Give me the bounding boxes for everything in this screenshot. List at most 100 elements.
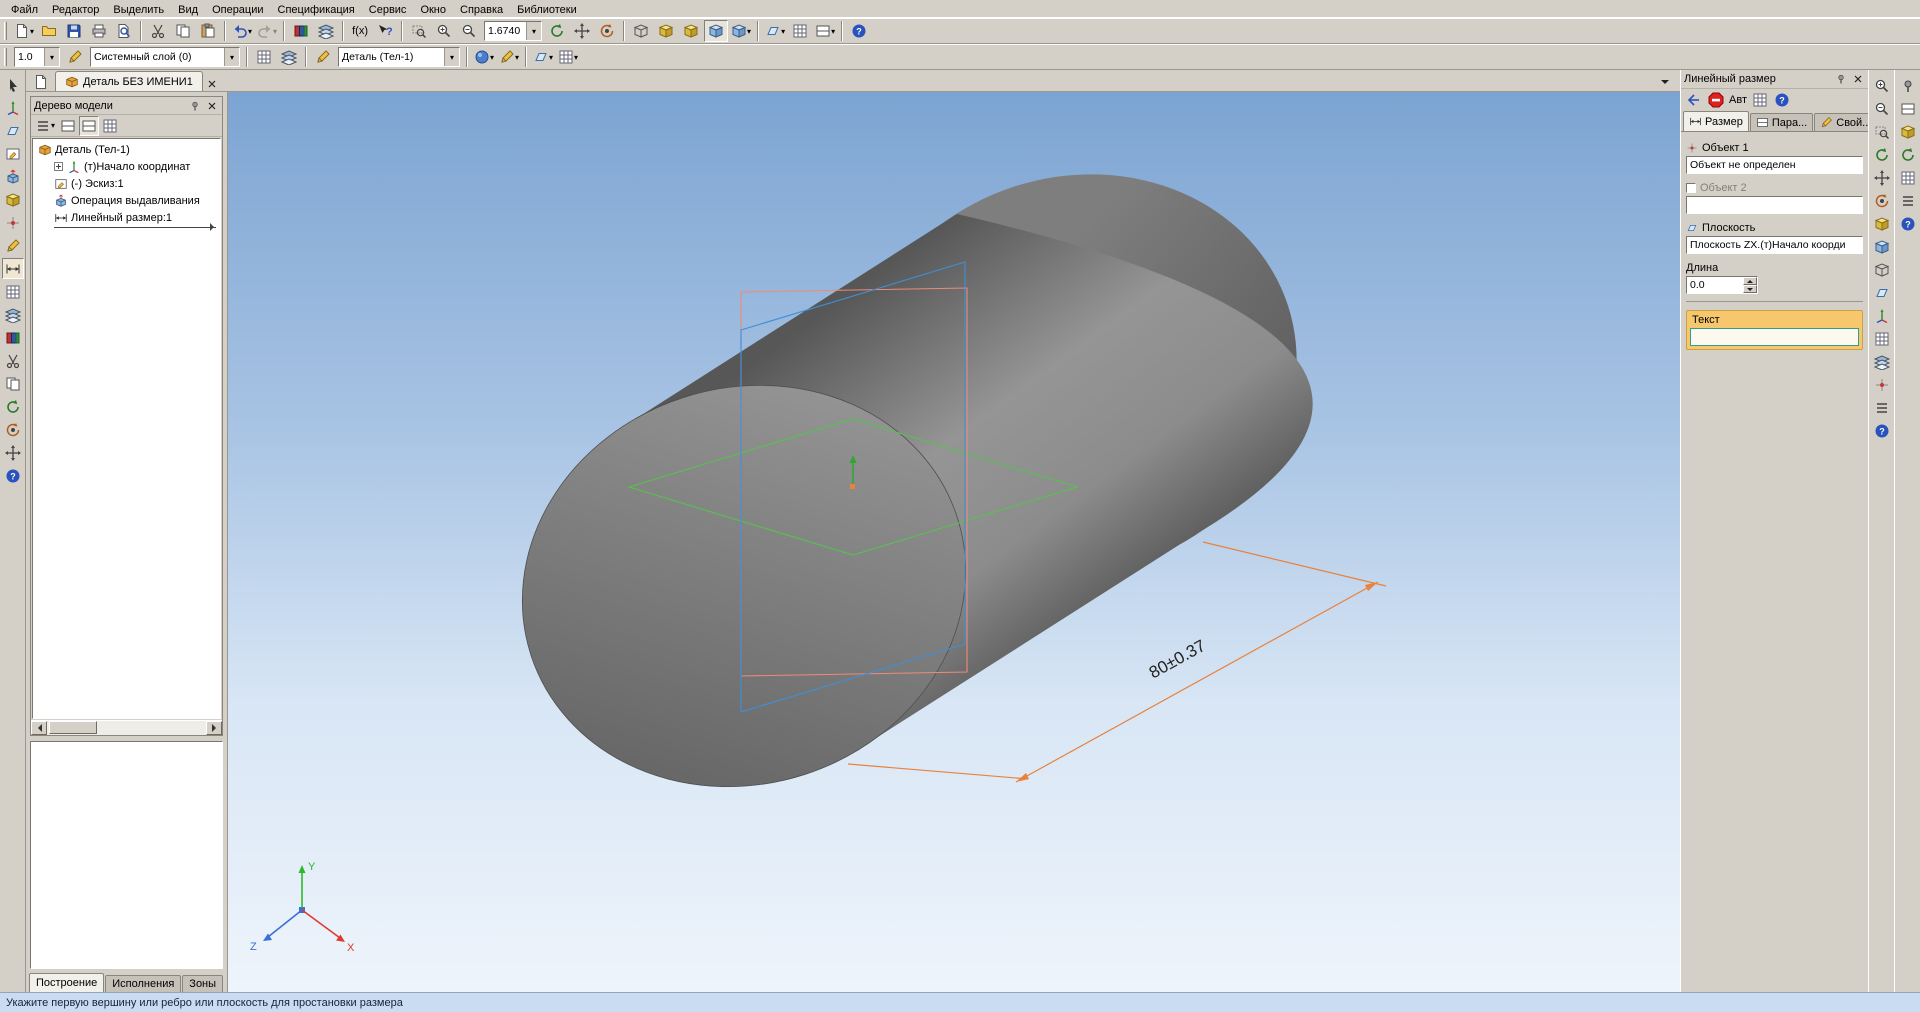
work-plane-button[interactable]: ▾ xyxy=(531,46,555,68)
pin-button[interactable] xyxy=(187,98,202,113)
view-pan-button[interactable] xyxy=(1871,167,1893,188)
snap-settings-button[interactable]: ▾ xyxy=(556,46,580,68)
dock-rebuild-button[interactable] xyxy=(1897,144,1919,165)
current-part-combo[interactable]: Деталь (Тел-1) ▾ xyxy=(338,47,460,67)
tool-help-button[interactable] xyxy=(2,465,24,486)
tool-dimensions-button[interactable] xyxy=(1,258,24,279)
layers-button[interactable] xyxy=(277,46,301,68)
tool-grid-button[interactable] xyxy=(2,281,24,302)
tab-postroenie[interactable]: Построение xyxy=(29,973,105,992)
dock-pin-button[interactable] xyxy=(1897,75,1919,96)
tab-parametry[interactable]: Пара... xyxy=(1749,113,1814,131)
tool-move-button[interactable] xyxy=(2,442,24,463)
view-list-button[interactable] xyxy=(1871,397,1893,418)
object2-input[interactable] xyxy=(1686,196,1863,214)
tree-composition-button[interactable] xyxy=(79,115,100,136)
tree-item-part[interactable]: Деталь (Тел-1) xyxy=(33,141,220,158)
close-document-button[interactable] xyxy=(205,76,220,91)
zoom-in-button[interactable] xyxy=(432,20,456,42)
variables-button[interactable] xyxy=(314,20,338,42)
tab-ispolneniya[interactable]: Исполнения xyxy=(105,975,182,992)
menu-service[interactable]: Сервис xyxy=(362,1,414,17)
help-button[interactable] xyxy=(847,20,871,42)
spin-up-button[interactable] xyxy=(1743,277,1757,285)
document-tab[interactable]: Деталь БЕЗ ИМЕНИ1 xyxy=(55,71,203,91)
grid-button[interactable] xyxy=(788,20,812,42)
print-preview-button[interactable] xyxy=(112,20,136,42)
zoom-rect-button[interactable] xyxy=(407,20,431,42)
view-layers-button[interactable] xyxy=(1871,351,1893,372)
tree-structure-button[interactable]: ▾ xyxy=(33,116,57,136)
tool-sketch-button[interactable] xyxy=(2,143,24,164)
dock-model-button[interactable] xyxy=(1897,121,1919,142)
new-document-button[interactable]: ▾ xyxy=(12,20,36,42)
tool-plane-button[interactable] xyxy=(2,120,24,141)
scroll-right-button[interactable] xyxy=(206,721,222,735)
spin-down-button[interactable] xyxy=(1743,285,1757,293)
toolbar-grip[interactable] xyxy=(4,22,7,40)
tool-solid-button[interactable] xyxy=(2,189,24,210)
tab-razmer[interactable]: Размер xyxy=(1683,111,1749,131)
current-layer-combo[interactable]: Системный слой (0) ▾ xyxy=(90,47,240,67)
view-rotate-button[interactable] xyxy=(1871,190,1893,211)
line-style-button[interactable]: ▾ xyxy=(497,46,521,68)
shaded-view-button[interactable] xyxy=(704,20,729,42)
dock-messages-button[interactable] xyxy=(1897,190,1919,211)
tool-axes-button[interactable] xyxy=(2,97,24,118)
view-shaded-button[interactable] xyxy=(1871,236,1893,257)
model-viewport[interactable]: 80±0.37 Y X Z xyxy=(228,92,1680,992)
tool-point-button[interactable] xyxy=(2,212,24,233)
view-wireframe-button[interactable] xyxy=(1871,259,1893,280)
tree-sections-button[interactable] xyxy=(58,116,78,136)
dock-panes-button[interactable] xyxy=(1897,98,1919,119)
object2-checkbox[interactable] xyxy=(1686,182,1696,193)
scrollbar-track[interactable] xyxy=(47,721,206,735)
whats-this-button[interactable] xyxy=(373,20,397,42)
object2-label-row[interactable]: Объект 2 xyxy=(1686,179,1863,196)
menu-file[interactable]: Файл xyxy=(4,1,45,17)
tool-rotate-button[interactable] xyxy=(2,419,24,440)
rotate-button[interactable] xyxy=(595,20,619,42)
wireframe-view-button[interactable] xyxy=(629,20,653,42)
tool-section-button[interactable] xyxy=(2,350,24,371)
menu-window[interactable]: Окно xyxy=(413,1,453,17)
tree-relations-button[interactable] xyxy=(100,116,120,136)
dock-grid-button[interactable] xyxy=(1897,167,1919,188)
length-spinner[interactable]: 0.0 xyxy=(1686,276,1758,294)
tool-surfaces-button[interactable] xyxy=(2,304,24,325)
dimension-text-input[interactable] xyxy=(1690,328,1859,346)
close-panel-button[interactable] xyxy=(1850,72,1865,87)
redo-button[interactable]: ▾ xyxy=(255,20,279,42)
interrupt-command-button[interactable] xyxy=(1705,90,1726,110)
view-axes-button[interactable] xyxy=(1871,305,1893,326)
shaded-with-edges-view-button[interactable]: ▾ xyxy=(729,20,753,42)
refresh-image-button[interactable] xyxy=(545,20,569,42)
view-origin-button[interactable] xyxy=(1871,374,1893,395)
menu-libraries[interactable]: Библиотеки xyxy=(510,1,584,17)
line-width-combo[interactable]: 1.0 ▾ xyxy=(14,47,60,67)
view-zoom-in-button[interactable] xyxy=(1871,75,1893,96)
copy-button[interactable] xyxy=(171,20,195,42)
tree-item-origin[interactable]: (т)Начало координат xyxy=(33,158,220,175)
zoom-out-button[interactable] xyxy=(457,20,481,42)
panel-help-button[interactable] xyxy=(1772,90,1793,110)
fx-button[interactable]: f(x) xyxy=(348,20,372,42)
create-object-button[interactable] xyxy=(1683,90,1704,110)
tree-item-linear-dimension[interactable]: Линейный размер:1 xyxy=(33,209,220,226)
scroll-left-button[interactable] xyxy=(31,721,47,735)
open-button[interactable] xyxy=(37,20,61,42)
color-button[interactable]: ▾ xyxy=(472,46,496,68)
view-zoom-rect-button[interactable] xyxy=(1871,121,1893,142)
zoom-scale-combo[interactable]: 1.6740 ▾ xyxy=(484,21,543,41)
tool-rebuild-button[interactable] xyxy=(2,396,24,417)
object1-input[interactable]: Объект не определен xyxy=(1686,156,1863,174)
document-list-button[interactable] xyxy=(29,72,53,91)
menu-editor[interactable]: Редактор xyxy=(45,1,106,17)
plane-input[interactable]: Плоскость ZX.(т)Начало коорди xyxy=(1686,236,1863,254)
menu-specification[interactable]: Спецификация xyxy=(271,1,362,17)
close-tree-button[interactable] xyxy=(204,98,219,113)
library-manager-button[interactable] xyxy=(289,20,313,42)
view-refresh-button[interactable] xyxy=(1871,144,1893,165)
print-button[interactable] xyxy=(87,20,111,42)
pin-button[interactable] xyxy=(1833,72,1848,87)
